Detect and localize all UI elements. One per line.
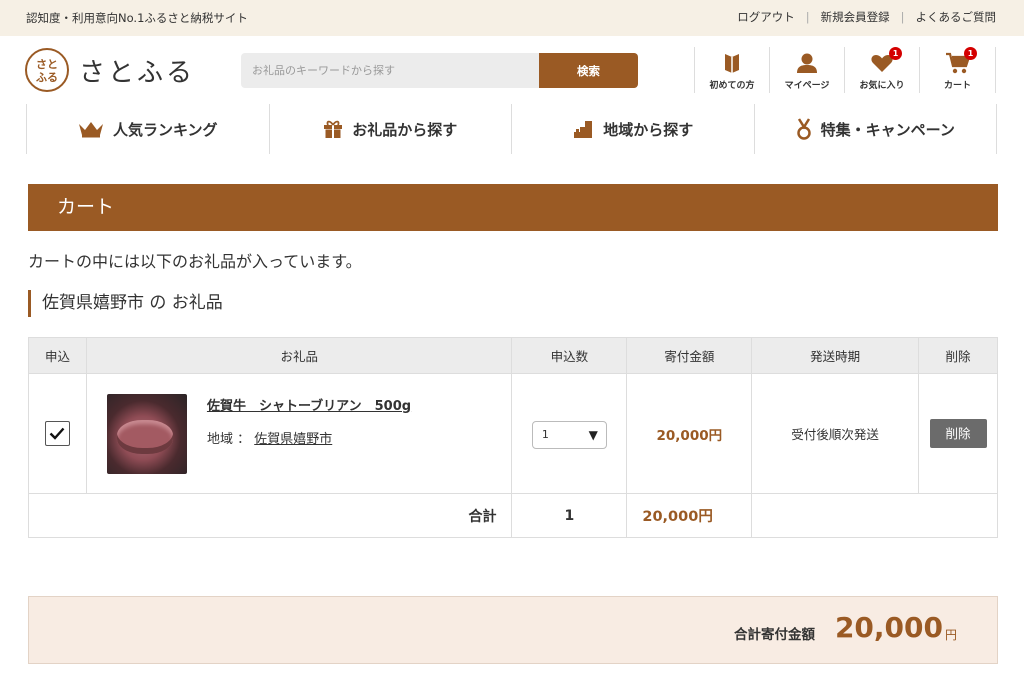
nav-campaign-label: 特集・キャンペーン (820, 120, 955, 139)
cart-button[interactable]: 1 カート (919, 47, 996, 93)
logo-mark-icon: さと ふる (25, 48, 69, 92)
faq-link[interactable]: よくあるご質問 (916, 9, 997, 25)
total-row: 合計 1 20,000円 (27, 493, 998, 538)
delete-button[interactable]: 削除 (929, 419, 987, 448)
cart-badge: 1 (964, 47, 977, 60)
total-label: 合計 (27, 493, 513, 538)
quantity-value: 1 (541, 428, 549, 441)
municipality-heading: 佐賀県嬉野市 の お礼品 (28, 290, 223, 317)
site-logo[interactable]: さと ふる さとふる (25, 48, 195, 92)
gift-icon (324, 120, 343, 138)
item-amount: 20,000円 (656, 427, 723, 444)
total-empty-cell (751, 493, 998, 538)
grand-total-box: 合計寄付金額 20,000 円 (28, 596, 998, 664)
favorites-badge: 1 (889, 47, 902, 60)
nav-gifts[interactable]: お礼品から探す (270, 104, 512, 154)
logo-text: さとふる (79, 57, 196, 88)
col-quantity: 申込数 (511, 337, 628, 374)
header-icons: 初めての方 マイページ 1 お気に入り 1 カート (694, 47, 996, 93)
nav-region-label: 地域から探す (603, 120, 694, 139)
product-info: 佐賀牛 シャトーブリアン 500g 地域 ： 佐賀県嬉野市 (87, 393, 512, 474)
map-icon (574, 121, 593, 138)
nav-gifts-label: お礼品から探す (352, 120, 458, 139)
global-nav: 人気ランキング お礼品から探す 地域から探す 特集・キャンペーン (26, 104, 997, 154)
gift-cell: 佐賀牛 シャトーブリアン 500g 地域 ： 佐賀県嬉野市 (85, 373, 513, 494)
nav-ranking-label: 人気ランキング (112, 120, 218, 139)
mypage-button[interactable]: マイページ (769, 47, 844, 93)
shipping-text: 受付後順次発送 (791, 427, 879, 442)
total-quantity: 1 (511, 493, 628, 538)
site-tagline: 認知度・利用意向No.1ふるさと納税サイト (26, 11, 248, 25)
col-apply: 申込 (28, 337, 87, 374)
table-header-row: 申込 お礼品 申込数 寄付金額 発送時期 削除 (28, 337, 998, 374)
search-button[interactable]: 検索 (539, 53, 638, 88)
cart-intro-text: カートの中には以下のお礼品が入っています。 (28, 252, 362, 271)
dropdown-arrow-icon: ▼ (588, 427, 598, 442)
nav-ranking[interactable]: 人気ランキング (27, 104, 270, 154)
svg-text:さと: さと (36, 58, 58, 71)
col-shipping: 発送時期 (751, 337, 919, 374)
user-icon (797, 53, 817, 73)
crown-icon (78, 122, 103, 138)
product-region: 地域 ： 佐賀県嬉野市 (207, 428, 411, 447)
cart-label: カート (943, 81, 971, 91)
search-bar: 検索 (241, 53, 638, 88)
region-label: 地域 ： (206, 431, 251, 447)
col-delete: 削除 (918, 337, 998, 374)
product-name-link[interactable]: 佐賀牛 シャトーブリアン 500g (207, 395, 411, 414)
favorites-button[interactable]: 1 お気に入り (844, 47, 919, 93)
favorites-label: お気に入り (859, 81, 905, 91)
amount-cell: 20,000円 (626, 373, 753, 494)
nav-campaign[interactable]: 特集・キャンペーン (755, 104, 997, 154)
book-icon (725, 54, 739, 73)
quantity-cell: 1 ▼ (511, 373, 628, 494)
logout-link[interactable]: ログアウト (737, 9, 795, 25)
col-gift: お礼品 (85, 337, 513, 374)
grand-total-label: 合計寄付金額 (734, 627, 815, 643)
product-details: 佐賀牛 シャトーブリアン 500g 地域 ： 佐賀県嬉野市 (207, 395, 411, 447)
checkmark-icon (50, 427, 65, 440)
search-input[interactable] (241, 53, 539, 88)
medal-icon (796, 118, 811, 140)
total-amount-cell: 20,000円 (626, 493, 753, 538)
total-amount: 20,000円 (642, 509, 713, 525)
apply-checkbox[interactable] (44, 421, 70, 446)
table-row: 佐賀牛 シャトーブリアン 500g 地域 ： 佐賀県嬉野市 1 ▼ 20,000… (28, 373, 998, 494)
col-amount: 寄付金額 (626, 337, 753, 374)
separator: | (805, 10, 810, 24)
region-link[interactable]: 佐賀県嬉野市 (254, 432, 332, 447)
grand-total-unit: 円 (944, 628, 957, 642)
top-bar: 認知度・利用意向No.1ふるさと納税サイト ログアウト | 新規会員登録 | よ… (0, 0, 1024, 36)
quantity-select[interactable]: 1 ▼ (531, 420, 607, 449)
cart-table: 申込 お礼品 申込数 寄付金額 発送時期 削除 佐賀牛 シャトーブリアン 500… (27, 337, 998, 538)
grand-total-value: 20,000 (834, 611, 943, 644)
svg-text:ふる: ふる (36, 71, 58, 84)
mypage-label: マイページ (784, 81, 830, 91)
beginners-label: 初めての方 (709, 81, 755, 91)
page-title: カート (28, 184, 998, 231)
beginners-button[interactable]: 初めての方 (694, 47, 769, 93)
register-link[interactable]: 新規会員登録 (821, 9, 890, 25)
separator: | (900, 10, 905, 24)
top-links: ログアウト | 新規会員登録 | よくあるご質問 (737, 9, 996, 25)
delete-cell: 削除 (918, 373, 998, 494)
apply-cell (28, 373, 87, 494)
nav-region[interactable]: 地域から探す (512, 104, 755, 154)
shipping-cell: 受付後順次発送 (751, 373, 919, 494)
product-image[interactable] (106, 393, 187, 474)
